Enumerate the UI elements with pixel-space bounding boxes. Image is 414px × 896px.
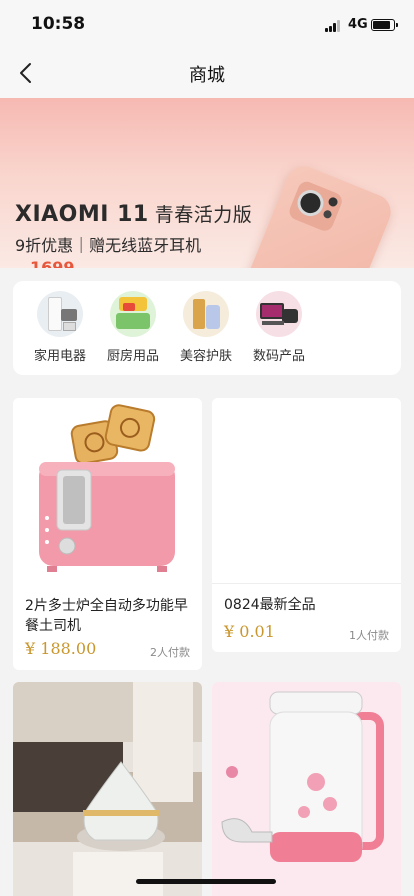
banner-title: XIAOMI 11 青春活力版 [15, 200, 252, 227]
product-image [13, 398, 202, 584]
category-beauty[interactable]: 美容护肤 [170, 291, 242, 364]
category-label: 美容护肤 [179, 349, 232, 364]
category-label: 厨房用品 [106, 349, 159, 364]
product-sales: 2人付款 [150, 646, 190, 659]
product-sales: 1人付款 [349, 629, 389, 642]
category-card: 家用电器 厨房用品 美容护肤 数码产品 [13, 281, 401, 375]
home-indicator [136, 879, 276, 884]
product-name: 2片多士炉全自动多功能早餐土司机 [25, 598, 188, 634]
product-price: ¥ 188.00 [25, 639, 97, 658]
product-image [212, 682, 401, 896]
product-card[interactable]: 2片多士炉全自动多功能早餐土司机 ¥ 188.00 2人付款 [13, 398, 202, 670]
network-type: 4G [348, 17, 368, 32]
digital-products-icon [256, 291, 302, 337]
banner-promo: 9折优惠｜赠无线蓝牙耳机 [15, 236, 202, 255]
nav-bar: 商城 [0, 48, 414, 98]
product-image [13, 682, 202, 896]
banner-brand: XIAOMI 11 [15, 202, 149, 227]
category-kitchen[interactable]: 厨房用品 [97, 291, 169, 364]
status-bar: 10:58 4G [0, 0, 414, 48]
product-price: ¥ 0.01 [224, 622, 275, 641]
promo-banner[interactable]: XIAOMI 11 青春活力版 9折优惠｜赠无线蓝牙耳机 1699 [0, 98, 414, 268]
product-card[interactable] [13, 682, 202, 896]
battery-icon [371, 19, 398, 31]
category-label: 家用电器 [33, 349, 86, 364]
kitchen-supplies-icon [110, 291, 156, 337]
beauty-skincare-icon [183, 291, 229, 337]
product-image [212, 398, 401, 584]
banner-edition: 青春活力版 [154, 204, 253, 226]
category-digital[interactable]: 数码产品 [243, 291, 315, 364]
category-home-appliance[interactable]: 家用电器 [24, 291, 96, 364]
product-name: 0824最新全品 [224, 597, 316, 613]
page-title: 商城 [189, 65, 225, 86]
signal-icon [325, 20, 343, 32]
product-card[interactable] [212, 682, 401, 896]
phone-image [237, 160, 397, 268]
home-appliance-icon [37, 291, 83, 337]
product-card[interactable]: 0824最新全品 ¥ 0.01 1人付款 [212, 398, 401, 652]
banner-price: 1699 [30, 258, 75, 268]
category-label: 数码产品 [252, 349, 305, 364]
status-time: 10:58 [31, 14, 86, 34]
